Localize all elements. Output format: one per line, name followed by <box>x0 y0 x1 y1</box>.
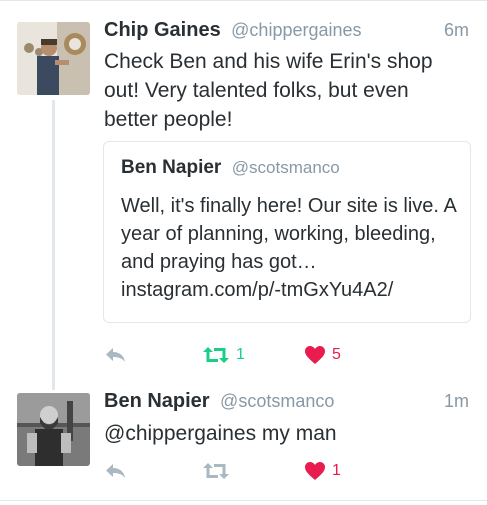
retweet-icon <box>202 461 230 481</box>
like-count: 5 <box>332 346 341 363</box>
thread-connector <box>52 100 55 390</box>
author-handle[interactable]: @chippergaines <box>231 20 361 40</box>
tweet-header: Ben Napier @scotsmanco 1m <box>104 390 469 420</box>
quoted-author-handle: @scotsmanco <box>231 158 340 177</box>
quoted-tweet-header: Ben Napier @scotsmanco <box>121 157 340 179</box>
reply-icon <box>104 461 128 481</box>
heart-icon <box>304 345 326 365</box>
reply-button[interactable] <box>104 341 128 369</box>
reply-icon <box>104 345 128 365</box>
quoted-author-name: Ben Napier <box>121 157 222 178</box>
author-handle[interactable]: @scotsmanco <box>220 391 334 411</box>
like-button[interactable]: 5 <box>304 341 341 369</box>
author-name[interactable]: Ben Napier <box>104 390 210 412</box>
retweet-count: 1 <box>236 346 245 363</box>
tweet-text: Check Ben and his wife Erin's shop out! … <box>104 50 433 131</box>
like-count: 1 <box>332 462 341 479</box>
timestamp[interactable]: 1m <box>444 391 469 412</box>
avatar[interactable] <box>17 393 90 466</box>
retweet-button[interactable]: 1 <box>202 341 245 369</box>
quoted-tweet[interactable]: Ben Napier @scotsmanco Well, it's finall… <box>103 141 471 323</box>
heart-icon <box>304 461 326 481</box>
quoted-tweet-text: Well, it's finally here! Our site is liv… <box>121 195 456 301</box>
timestamp[interactable]: 6m <box>444 20 469 41</box>
avatar[interactable] <box>17 22 90 95</box>
tweet-chip-gaines[interactable]: Chip Gaines @chippergaines 6m Check Ben … <box>0 0 487 390</box>
retweet-icon <box>202 345 230 365</box>
reply-button[interactable] <box>104 457 128 485</box>
tweet-header: Chip Gaines @chippergaines 6m <box>104 19 469 49</box>
like-button[interactable]: 1 <box>304 457 341 485</box>
tweet-text: @chippergaines my man <box>104 422 337 445</box>
tweet-ben-napier[interactable]: Ben Napier @scotsmanco 1m @chippergaines… <box>0 375 487 500</box>
bottom-divider <box>0 500 487 501</box>
retweet-button[interactable] <box>202 457 236 485</box>
author-name[interactable]: Chip Gaines <box>104 19 221 41</box>
